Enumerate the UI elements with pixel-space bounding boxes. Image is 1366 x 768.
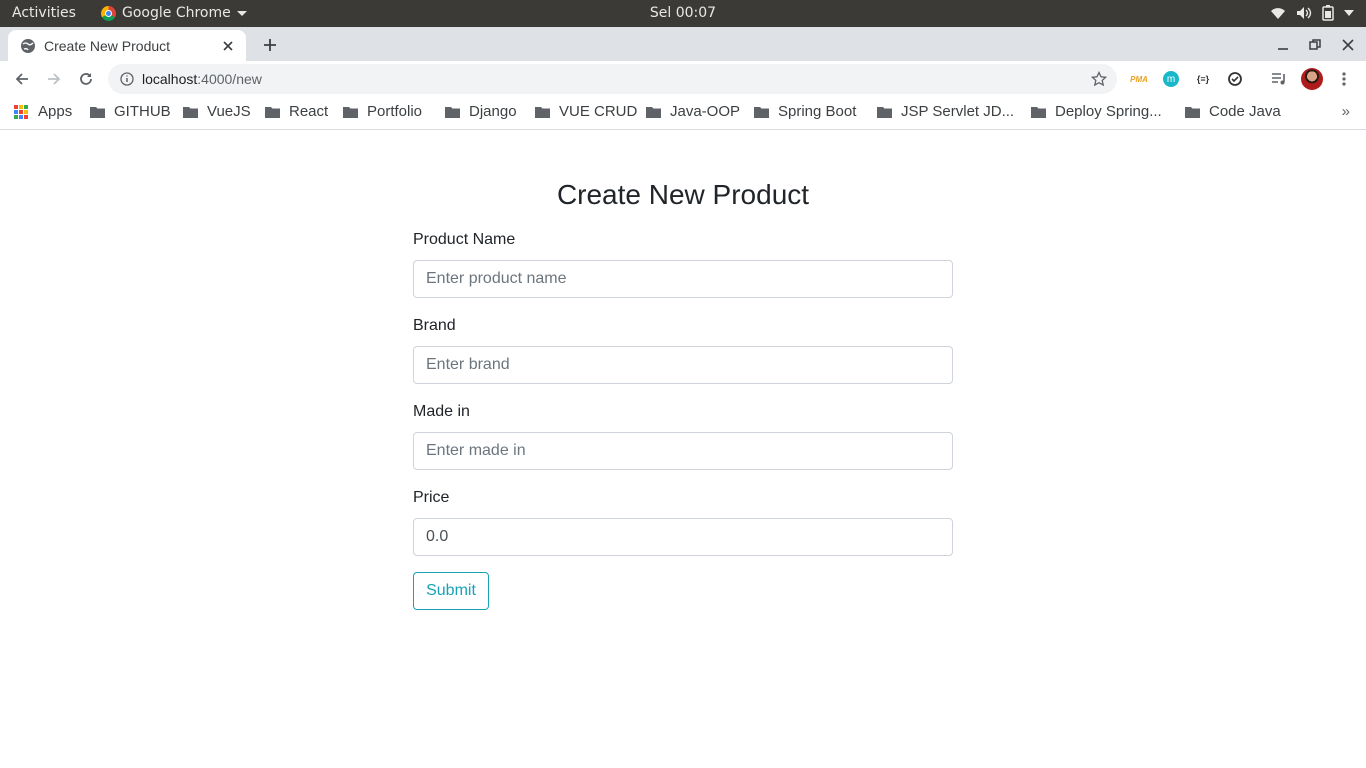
forward-button[interactable] [41, 66, 67, 92]
close-icon [1342, 39, 1354, 51]
folder-icon [1185, 106, 1200, 118]
bookmarks-bar: Apps GITHUB VueJS React Portfolio Django… [0, 97, 1366, 130]
media-playlist-icon[interactable] [1269, 69, 1289, 89]
system-top-bar: Activities Google Chrome Sel 00:07 [0, 0, 1366, 27]
bookmark-folder-java-oop[interactable]: Java-OOP [646, 103, 740, 120]
bookmark-label: Spring Boot [778, 103, 857, 120]
new-tab-button[interactable] [259, 34, 281, 56]
battery-icon [1322, 5, 1334, 21]
info-icon [120, 72, 134, 86]
m-extension-icon[interactable]: m [1163, 71, 1179, 87]
address-bar[interactable]: localhost:4000/new [108, 64, 1117, 94]
submit-button[interactable]: Submit [413, 572, 489, 610]
bookmark-folder-code-java[interactable]: Code Java [1185, 103, 1281, 120]
made-in-label: Made in [413, 403, 470, 420]
reload-button[interactable] [73, 66, 99, 92]
sync-extension-icon[interactable] [1225, 69, 1245, 89]
apps-grid-icon [14, 104, 28, 119]
close-tab-icon[interactable] [220, 38, 236, 54]
bookmark-folder-jsp-servlet[interactable]: JSP Servlet JD... [877, 103, 1014, 120]
bookmark-folder-spring-boot[interactable]: Spring Boot [754, 103, 856, 120]
bookmark-label: Django [469, 103, 517, 120]
bookmark-label: VUE CRUD [559, 103, 638, 120]
folder-icon [343, 106, 358, 118]
system-status-area[interactable] [1270, 5, 1354, 21]
url-host: localhost [142, 71, 198, 87]
phpmyadmin-extension-icon[interactable]: PMA [1129, 69, 1149, 89]
bookmark-label: GITHUB [114, 103, 171, 120]
bookmark-label: JSP Servlet JD... [901, 103, 1015, 120]
tab-title: Create New Product [44, 37, 171, 54]
price-label: Price [413, 489, 450, 506]
product-name-input[interactable] [413, 260, 953, 298]
bookmark-apps[interactable]: Apps [14, 103, 72, 120]
bookmark-folder-vuejs[interactable]: VueJS [183, 103, 251, 120]
bookmark-label: VueJS [207, 103, 251, 120]
restore-button[interactable] [1305, 35, 1325, 55]
price-input[interactable] [413, 518, 953, 556]
product-name-label: Product Name [413, 231, 516, 248]
reload-icon [80, 73, 92, 85]
volume-icon [1297, 7, 1312, 19]
url-path: :4000/new [197, 71, 262, 87]
globe-icon [21, 38, 35, 53]
arrow-right-icon [48, 73, 61, 85]
bookmark-label: Java-OOP [670, 103, 741, 120]
wifi-icon [1271, 8, 1285, 19]
folder-icon [183, 106, 198, 118]
close-window-button[interactable] [1338, 35, 1358, 55]
tab-create-new-product[interactable]: Create New Product [8, 30, 246, 61]
folder-icon [877, 106, 892, 118]
bookmark-folder-django[interactable]: Django [445, 103, 517, 120]
folder-icon [646, 106, 661, 118]
profile-avatar[interactable] [1301, 68, 1323, 90]
bookmark-folder-vue-crud[interactable]: VUE CRUD [535, 103, 637, 120]
bookmark-folder-github[interactable]: GITHUB [90, 103, 171, 120]
bookmark-folder-deploy-spring[interactable]: Deploy Spring... [1031, 103, 1162, 120]
folder-icon [445, 106, 460, 118]
bookmark-label: Code Java [1209, 103, 1281, 120]
plus-icon [264, 39, 276, 51]
made-in-input[interactable] [413, 432, 953, 470]
page-title: Create New Product [556, 179, 810, 210]
bookmark-folder-react[interactable]: React [265, 103, 328, 120]
brand-label: Brand [413, 317, 456, 334]
json-viewer-extension-icon[interactable]: {≡} [1193, 69, 1213, 89]
bookmark-label: Portfolio [367, 103, 423, 120]
folder-icon [754, 106, 769, 118]
tab-strip: Create New Product [0, 27, 1366, 61]
restore-icon [1309, 39, 1321, 50]
bookmarks-overflow-button[interactable]: » [1342, 103, 1350, 120]
back-button[interactable] [9, 66, 35, 92]
kebab-menu-icon[interactable] [1334, 69, 1354, 89]
bookmark-label: React [289, 103, 329, 120]
bookmark-star-icon[interactable] [1091, 71, 1107, 87]
clock[interactable]: Sel 00:07 [0, 5, 1366, 21]
folder-icon [265, 106, 280, 118]
folder-icon [90, 106, 105, 118]
bookmark-label: Apps [38, 103, 73, 120]
bookmark-label: Deploy Spring... [1055, 103, 1162, 120]
folder-icon [1031, 106, 1046, 118]
minimize-button[interactable] [1273, 35, 1293, 55]
bookmark-folder-portfolio[interactable]: Portfolio [343, 103, 422, 120]
system-menu-caret-icon [1344, 10, 1354, 16]
folder-icon [535, 106, 550, 118]
page-content: Create New Product Product Name Brand Ma… [0, 131, 1366, 768]
browser-toolbar: localhost:4000/new PMA m {≡} [0, 61, 1366, 97]
arrow-left-icon [15, 73, 28, 85]
minimize-icon [1278, 48, 1288, 50]
brand-input[interactable] [413, 346, 953, 384]
